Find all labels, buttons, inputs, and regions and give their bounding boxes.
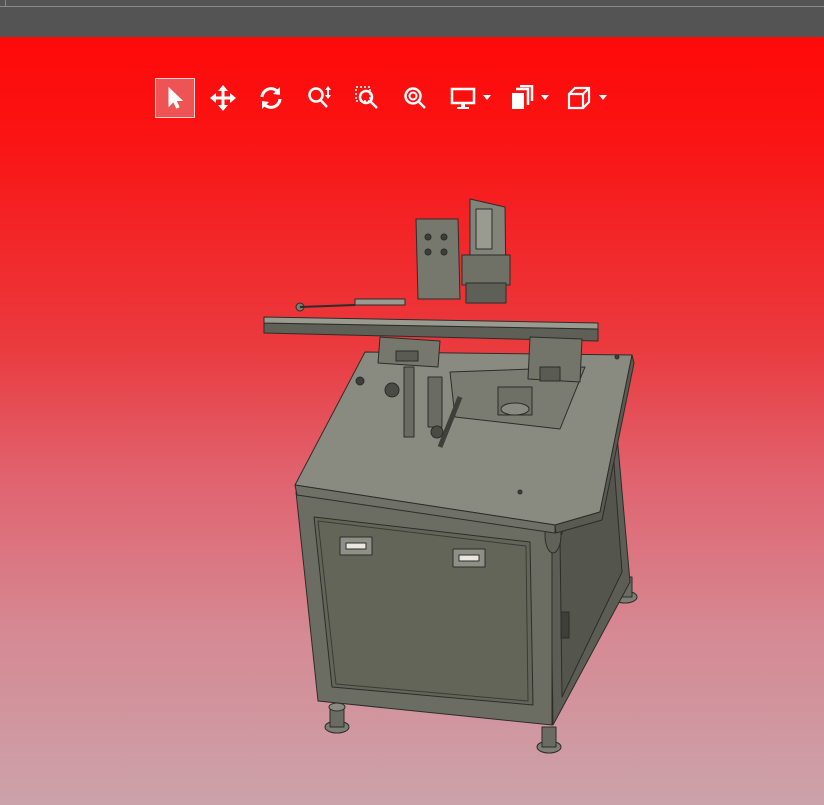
rotate-icon <box>260 87 282 109</box>
display-button[interactable] <box>443 78 483 118</box>
tab-strip <box>0 0 824 7</box>
foot-right <box>536 726 562 754</box>
move-arrows-icon <box>210 85 236 111</box>
view-orientation-button[interactable] <box>559 78 599 118</box>
chevron-down-icon <box>483 95 491 100</box>
3d-viewport[interactable] <box>0 37 824 805</box>
zoom-window-button[interactable] <box>347 78 387 118</box>
chevron-down-icon <box>541 95 549 100</box>
section-view-button[interactable] <box>501 78 541 118</box>
zoom-button[interactable] <box>299 78 339 118</box>
monitor-icon <box>450 87 476 109</box>
zoom-window-icon <box>355 86 378 109</box>
rotate-button[interactable] <box>251 78 291 118</box>
view-toolbar <box>155 78 617 118</box>
upper-plate <box>415 218 461 300</box>
foot-left <box>324 702 350 734</box>
cube-icon <box>567 86 591 110</box>
select-button[interactable] <box>155 78 195 118</box>
zoom-fit-icon <box>404 87 426 109</box>
machine-3d-model[interactable] <box>0 37 824 805</box>
section-view-icon <box>512 85 534 109</box>
pointer-icon <box>168 86 184 109</box>
zoom-updown-icon <box>308 86 331 108</box>
zoom-fit-button[interactable] <box>395 78 435 118</box>
window-top-bar <box>0 0 824 37</box>
pan-button[interactable] <box>203 78 243 118</box>
chevron-down-icon <box>599 95 607 100</box>
